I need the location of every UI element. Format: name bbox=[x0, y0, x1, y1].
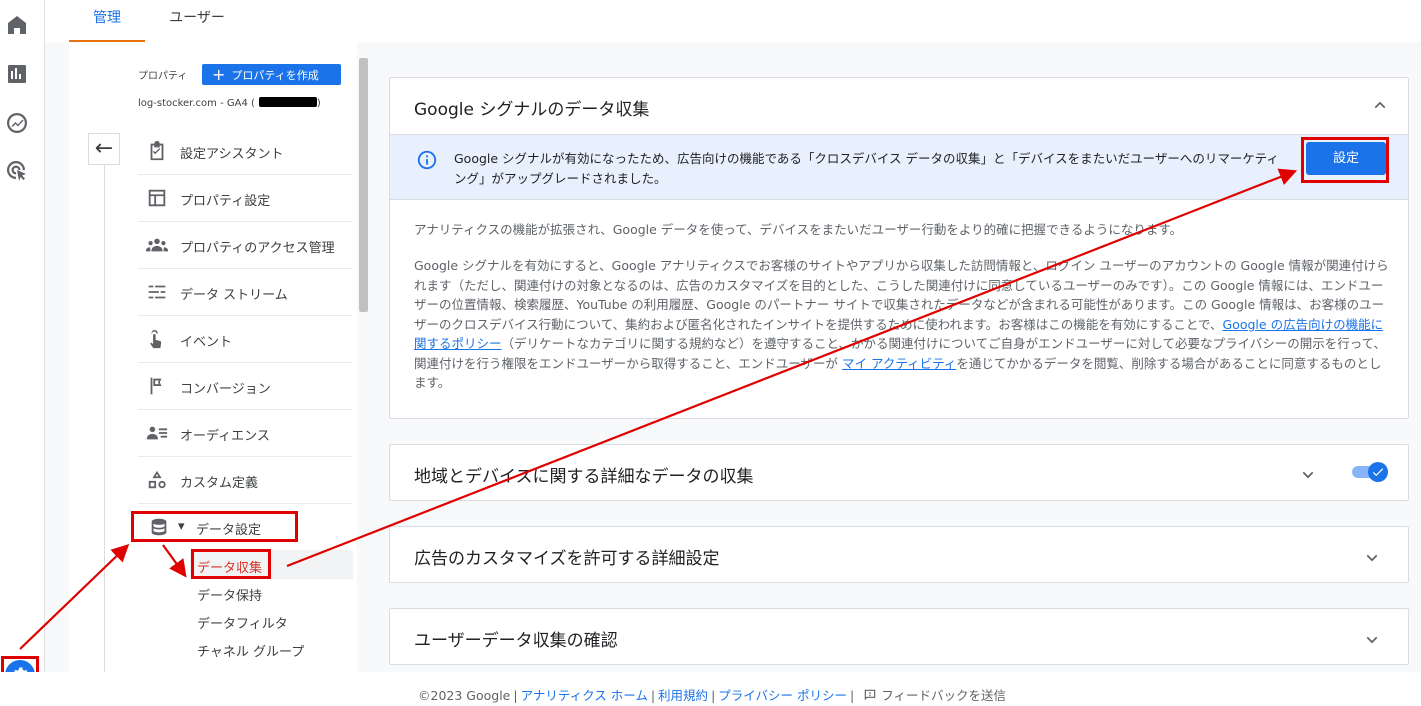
left-rail bbox=[0, 0, 45, 706]
footer-links: ©2023 Google | アナリティクス ホーム | 利用規約 | プライバシー ポリシ… bbox=[418, 685, 1006, 704]
signals-card-title: Google シグナルのデータ収集 bbox=[414, 100, 650, 120]
nav-item-events[interactable]: イベント bbox=[138, 316, 352, 363]
nav-item-property-settings[interactable]: プロパティ設定 bbox=[138, 175, 352, 222]
tab-admin[interactable]: 管理 bbox=[69, 0, 145, 42]
nav-item-audiences[interactable]: オーディエンス bbox=[138, 410, 352, 457]
top-tab-bar: 管理 ユーザー bbox=[45, 0, 1421, 42]
nav-item-setup-assistant[interactable]: 設定アシスタント bbox=[138, 128, 352, 175]
back-button[interactable]: ← bbox=[88, 133, 120, 165]
my-activity-link[interactable]: マイ アクティビティ bbox=[842, 356, 956, 371]
arrow-left-icon: ← bbox=[94, 136, 114, 161]
region-device-title: 地域とデバイスに関する詳細なデータの収集 bbox=[414, 467, 754, 487]
nav-label: 設定アシスタント bbox=[180, 147, 284, 162]
chevron-down-icon[interactable] bbox=[1364, 550, 1380, 566]
signals-card: Google シグナルのデータ収集 Google シグナルが有効になったため、広… bbox=[389, 77, 1409, 419]
annotation-box-data-settings bbox=[131, 511, 298, 542]
sub-item-data-retention[interactable]: データ保持 bbox=[197, 585, 262, 604]
flag-icon bbox=[146, 375, 168, 397]
nav-item-access-management[interactable]: プロパティのアクセス管理 bbox=[138, 222, 352, 269]
signals-terms: Google シグナルを有効にすると、Google アナリティクスでお客様のサイ… bbox=[414, 256, 1389, 393]
nav-label: プロパティのアクセス管理 bbox=[180, 241, 335, 256]
home-icon[interactable] bbox=[5, 13, 29, 37]
region-device-toggle[interactable] bbox=[1352, 462, 1388, 482]
advertising-icon[interactable] bbox=[5, 159, 29, 183]
ads-personalization-title: 広告のカスタマイズを許可する詳細設定 bbox=[414, 549, 720, 569]
nav-label: カスタム定義 bbox=[180, 476, 259, 491]
ads-personalization-card[interactable]: 広告のカスタマイズを許可する詳細設定 bbox=[389, 526, 1409, 583]
nav-label: データ ストリーム bbox=[180, 288, 288, 303]
create-property-label: プロパティを作成 bbox=[231, 69, 319, 82]
property-label: プロパティ bbox=[138, 71, 188, 82]
user-data-card[interactable]: ユーザーデータ収集の確認 bbox=[389, 608, 1409, 665]
property-name-prefix: log-stocker.com - GA4 ( bbox=[138, 98, 255, 109]
nav-label: コンバージョン bbox=[180, 382, 271, 397]
plus-icon: + bbox=[212, 65, 226, 84]
annotation-box-data-collection bbox=[191, 549, 271, 579]
audience-icon bbox=[146, 422, 168, 444]
nav-item-custom-definitions[interactable]: カスタム定義 bbox=[138, 457, 352, 504]
footer: ©2023 Google | アナリティクス ホーム | 利用規約 | プライバシー ポリシ… bbox=[0, 672, 1421, 706]
nav-tree-line bbox=[104, 165, 105, 672]
explore-icon[interactable] bbox=[5, 111, 29, 135]
footer-separator: | bbox=[850, 688, 855, 703]
annotation-box-settings bbox=[1301, 137, 1389, 183]
nav-scrollbar[interactable] bbox=[359, 58, 368, 312]
footer-link-terms[interactable]: 利用規約 bbox=[658, 688, 708, 703]
nav-item-data-streams[interactable]: データ ストリーム bbox=[138, 269, 352, 316]
footer-feedback[interactable]: フィードバックを送信 bbox=[881, 688, 1006, 703]
region-device-card[interactable]: 地域とデバイスに関する詳細なデータの収集 bbox=[389, 444, 1409, 501]
footer-separator: | bbox=[513, 688, 518, 703]
chevron-down-icon[interactable] bbox=[1364, 632, 1380, 648]
tab-user[interactable]: ユーザー bbox=[155, 0, 239, 42]
property-layout-icon bbox=[146, 187, 168, 209]
check-icon bbox=[1368, 462, 1388, 482]
footer-link-privacy[interactable]: プライバシー ポリシー bbox=[718, 688, 847, 703]
footer-link-analytics-home[interactable]: アナリティクス ホーム bbox=[521, 688, 648, 703]
nav-item-conversions[interactable]: コンバージョン bbox=[138, 363, 352, 410]
user-data-title: ユーザーデータ収集の確認 bbox=[414, 631, 618, 651]
redacted-id bbox=[258, 97, 317, 107]
sub-item-data-filters[interactable]: データフィルタ bbox=[197, 613, 288, 632]
property-name-suffix: ) bbox=[316, 98, 321, 109]
signals-banner: Google シグナルが有効になったため、広告向けの機能である「クロスデバイス … bbox=[390, 134, 1408, 200]
shapes-icon bbox=[146, 469, 168, 491]
footer-separator: | bbox=[711, 688, 716, 703]
banner-text: Google シグナルが有効になったため、広告向けの機能である「クロスデバイス … bbox=[454, 151, 1279, 186]
sub-item-channel-groups[interactable]: チャネル グループ bbox=[197, 641, 304, 660]
checklist-icon bbox=[146, 140, 168, 162]
nav-label: イベント bbox=[180, 335, 233, 350]
touch-icon bbox=[146, 328, 168, 350]
chevron-up-icon[interactable] bbox=[1372, 97, 1388, 113]
chevron-down-icon[interactable] bbox=[1300, 467, 1316, 483]
feedback-icon bbox=[863, 688, 877, 702]
create-property-button[interactable]: + プロパティを作成 bbox=[202, 64, 341, 85]
signals-description: アナリティクスの機能が拡張され、Google データを使って、デバイスをまたいだ… bbox=[414, 222, 1183, 237]
info-icon bbox=[416, 149, 438, 171]
property-selector[interactable]: log-stocker.com - GA4 () bbox=[138, 97, 321, 109]
streams-icon bbox=[146, 281, 168, 303]
nav-label: プロパティ設定 bbox=[180, 194, 271, 209]
people-icon bbox=[146, 234, 168, 256]
reports-icon[interactable] bbox=[5, 62, 29, 86]
nav-label: オーディエンス bbox=[180, 429, 270, 444]
footer-separator: | bbox=[650, 688, 656, 703]
footer-copyright: ©2023 Google bbox=[418, 688, 511, 703]
